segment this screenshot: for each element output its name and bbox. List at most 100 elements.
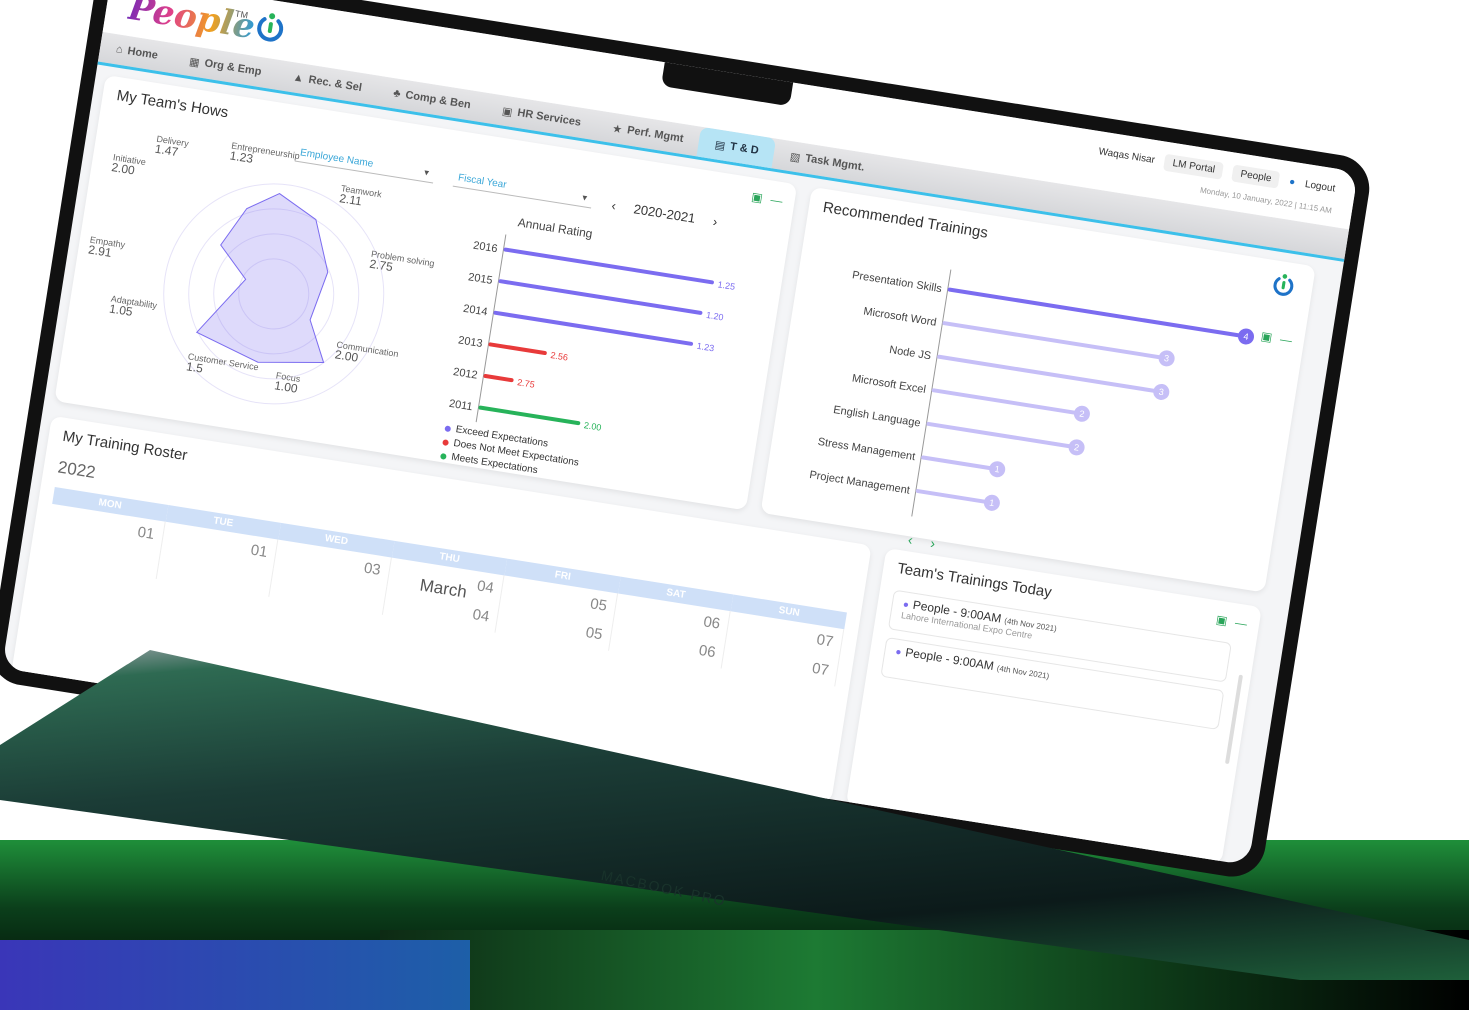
task-icon: ▧	[789, 150, 802, 165]
bar-category-label: 2016	[472, 240, 498, 256]
y-axis	[475, 234, 507, 423]
bar-value-label: 1.23	[696, 341, 715, 354]
bar-value-label: 2.00	[583, 420, 602, 433]
calendar-icon[interactable]: ▣	[750, 190, 763, 206]
td-icon: ▤	[713, 138, 727, 153]
bar-category-label: 2011	[448, 398, 473, 414]
minimize-icon[interactable]: —	[770, 193, 784, 209]
next-month-button[interactable]: ›	[929, 535, 936, 552]
calendar-nav: ‹ ›	[907, 531, 937, 551]
legend-dot-icon	[440, 452, 447, 460]
year-navigator: ‹ 2020-2021 ›	[611, 198, 719, 230]
radar-value: 1.00	[273, 378, 299, 396]
training-category-label: Node JS	[888, 344, 932, 362]
training-date: (4th Nov 2021)	[996, 663, 1050, 681]
bar-value-label: 2.75	[517, 377, 536, 390]
rec-icon: ▲	[291, 71, 305, 85]
legend-dot-icon	[444, 424, 452, 432]
bar-category-label: 2012	[452, 366, 478, 382]
rating-bar	[503, 247, 714, 285]
comp-icon: ♣	[392, 87, 402, 101]
module-select[interactable]: People	[1231, 164, 1281, 189]
chevron-down-icon: ▼	[421, 167, 432, 178]
training-bar	[931, 388, 1084, 416]
perf-icon: ★	[611, 122, 624, 136]
today-controls: ▣ —	[1215, 612, 1248, 631]
nav-tab-label: T & D	[729, 140, 760, 157]
nav-tab-label: Home	[126, 45, 159, 62]
bar-category-label: 2015	[467, 271, 493, 287]
year-range: 2020-2021	[632, 201, 697, 226]
hows-controls: ▣ —	[750, 190, 783, 209]
rating-bar	[498, 279, 703, 315]
trainings-today-card: ‹ › Team's Trainings Today ▣ — ● People -…	[845, 531, 1262, 865]
prev-year-button[interactable]: ‹	[611, 198, 618, 213]
bullet-icon: ●	[894, 646, 903, 659]
roster-year: 2022	[56, 457, 97, 483]
nav-tab-label: Org & Emp	[203, 57, 263, 79]
bullet-icon: ●	[901, 599, 910, 612]
recommended-chart: Presentation Skills4Microsoft Word3Node …	[809, 269, 1255, 517]
training-bar	[915, 489, 994, 505]
training-category-label: Presentation Skills	[851, 269, 943, 295]
radar-value: 2.00	[110, 160, 136, 178]
radar-chart	[163, 183, 385, 405]
power-logo-icon	[1273, 274, 1294, 296]
background-blue-slab	[0, 940, 470, 1010]
rating-bar	[488, 342, 547, 356]
next-year-button[interactable]: ›	[712, 214, 719, 229]
scrollbar[interactable]	[1224, 674, 1244, 765]
nav-tab-label: Rec. & Sel	[307, 73, 363, 95]
minimize-icon[interactable]: —	[1234, 615, 1248, 631]
training-bar	[942, 321, 1169, 361]
nav-tab-label: Perf. Mgmt	[626, 124, 685, 145]
user-name[interactable]: Waqas Nisar	[1098, 146, 1156, 166]
radar-label: Initiative 2.00	[110, 152, 147, 178]
roster-title: My Training Roster	[61, 427, 189, 465]
fiscal-placeholder: Fiscal Year	[457, 172, 508, 191]
radar-label: Delivery 1.47	[153, 133, 190, 160]
radar-value: 1.47	[153, 141, 180, 160]
employee-placeholder: Employee Name	[299, 147, 374, 170]
prev-month-button[interactable]: ‹	[907, 531, 914, 548]
nav-tab-label: Task Mgmt.	[804, 152, 866, 174]
org-icon: ▦	[188, 55, 201, 69]
nav-tab-label: Comp & Ben	[404, 89, 472, 112]
training-bar	[937, 354, 1164, 394]
recommended-trainings-card: Recommended Trainings ▣ — Presentation S…	[760, 186, 1316, 593]
training-category-label: Project Management	[809, 469, 911, 497]
bar-category-label: 2014	[462, 303, 488, 319]
nav-tab-label: HR Services	[516, 106, 582, 129]
bar-category-label: 2013	[457, 334, 483, 350]
radar-label: Empathy 2.91	[87, 234, 126, 260]
radar-area	[195, 192, 329, 364]
training-title: People - 9:00AM	[904, 645, 995, 674]
recommended-title: Recommended Trainings	[821, 198, 990, 242]
hr-icon: ▣	[501, 104, 514, 119]
training-category-label: Microsoft Excel	[851, 372, 927, 396]
rating-bar	[478, 405, 581, 426]
chevron-down-icon: ▼	[580, 192, 590, 203]
training-bar	[926, 421, 1079, 450]
bar-value-label: 1.25	[717, 279, 736, 292]
training-category-label: Microsoft Word	[863, 305, 938, 328]
radar-label: Focus 1.00	[273, 370, 302, 396]
legend-dot-icon	[442, 438, 450, 446]
home-icon: ⌂	[115, 43, 124, 57]
power-logo-icon	[257, 13, 284, 42]
logout-link[interactable]: Logout	[1304, 179, 1336, 195]
calendar-icon[interactable]: ▣	[1215, 612, 1228, 628]
portal-link[interactable]: LM Portal	[1163, 153, 1225, 180]
training-category-label: Stress Management	[817, 436, 916, 463]
brand-tm: TM	[234, 8, 249, 21]
rating-bar	[483, 374, 514, 383]
bar-value-label: 2.56	[550, 350, 569, 363]
training-category-label: English Language	[832, 404, 921, 430]
training-bar	[921, 455, 1000, 472]
rating-bar	[493, 310, 694, 346]
fiscal-year-select[interactable]: Fiscal Year ▼	[452, 168, 594, 209]
bar-value-label: 1.20	[705, 310, 724, 323]
info-icon[interactable]: ●	[1288, 176, 1296, 188]
radar-value: 2.91	[87, 242, 113, 260]
team-hows-title: My Team's Hows	[115, 87, 230, 122]
